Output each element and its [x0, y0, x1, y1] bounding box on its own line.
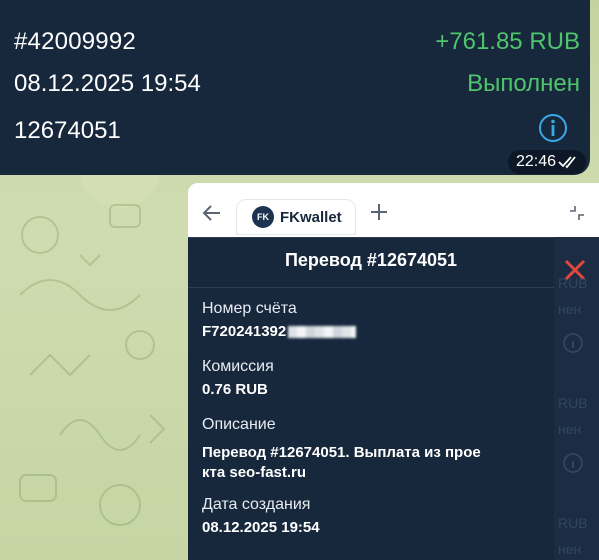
info-icon: [563, 333, 583, 353]
collapse-icon[interactable]: [569, 205, 585, 221]
account-value: F720241392: [202, 323, 287, 340]
description-label: Описание: [202, 416, 276, 433]
info-icon[interactable]: [538, 113, 568, 143]
time-label: 22:46: [515, 153, 556, 170]
ghost-amount: RUB: [558, 515, 588, 531]
transfer-details-panel: Перевод #12674051 Номер счёта F720241392…: [188, 237, 554, 560]
background-list-column: RUB нен RUB нен RUB нен: [554, 237, 599, 560]
message-datetime: 08.12.2025 19:54: [14, 70, 201, 97]
double-check-icon: [558, 156, 576, 169]
description-value: Перевод #12674051. Выплата из прое кта s…: [202, 443, 542, 483]
panel-title: Перевод #12674051: [284, 250, 458, 270]
created-value: 08.12.2025 19:54: [202, 519, 320, 536]
payment-message-bubble: #42009992 08.12.2025 19:54 12674051 +761…: [0, 0, 590, 175]
back-arrow-icon[interactable]: [202, 203, 222, 223]
message-time: 22:46: [507, 150, 586, 174]
title-divider: [188, 287, 554, 288]
fkwallet-logo-icon: FK: [252, 206, 274, 228]
ghost-status: нен: [558, 541, 582, 557]
order-number: #42009992: [14, 28, 136, 55]
description-line: Перевод #12674051. Выплата из прое: [202, 444, 481, 461]
ghost-amount: RUB: [558, 275, 588, 291]
amount-value: +761.85 RUB: [435, 28, 580, 55]
info-icon: [563, 453, 583, 473]
new-tab-plus-icon[interactable]: [370, 203, 388, 221]
transfer-id: 12674051: [14, 117, 121, 144]
account-label: Номер счёта: [202, 300, 297, 317]
description-line: кта seo-fast.ru: [202, 464, 307, 481]
created-label: Дата создания: [202, 496, 311, 513]
browser-tab-bar: FK FKwallet: [188, 183, 599, 237]
chat-wallpaper-doodles: [19, 204, 166, 526]
ghost-amount: RUB: [558, 395, 588, 411]
redacted-blur: [288, 326, 357, 339]
ghost-status: нен: [558, 301, 582, 317]
browser-window: FK FKwallet Перевод #12674051 Номер счёт…: [188, 183, 599, 560]
tab-label: FKwallet: [280, 208, 342, 226]
ghost-status: нен: [558, 421, 582, 437]
account-value-row: F720241392: [202, 323, 357, 340]
fee-label: Комиссия: [202, 358, 274, 375]
browser-tab-fkwallet[interactable]: FK FKwallet: [236, 199, 356, 235]
fee-value: 0.76 RUB: [202, 381, 268, 398]
status-badge: Выполнен: [467, 70, 580, 97]
